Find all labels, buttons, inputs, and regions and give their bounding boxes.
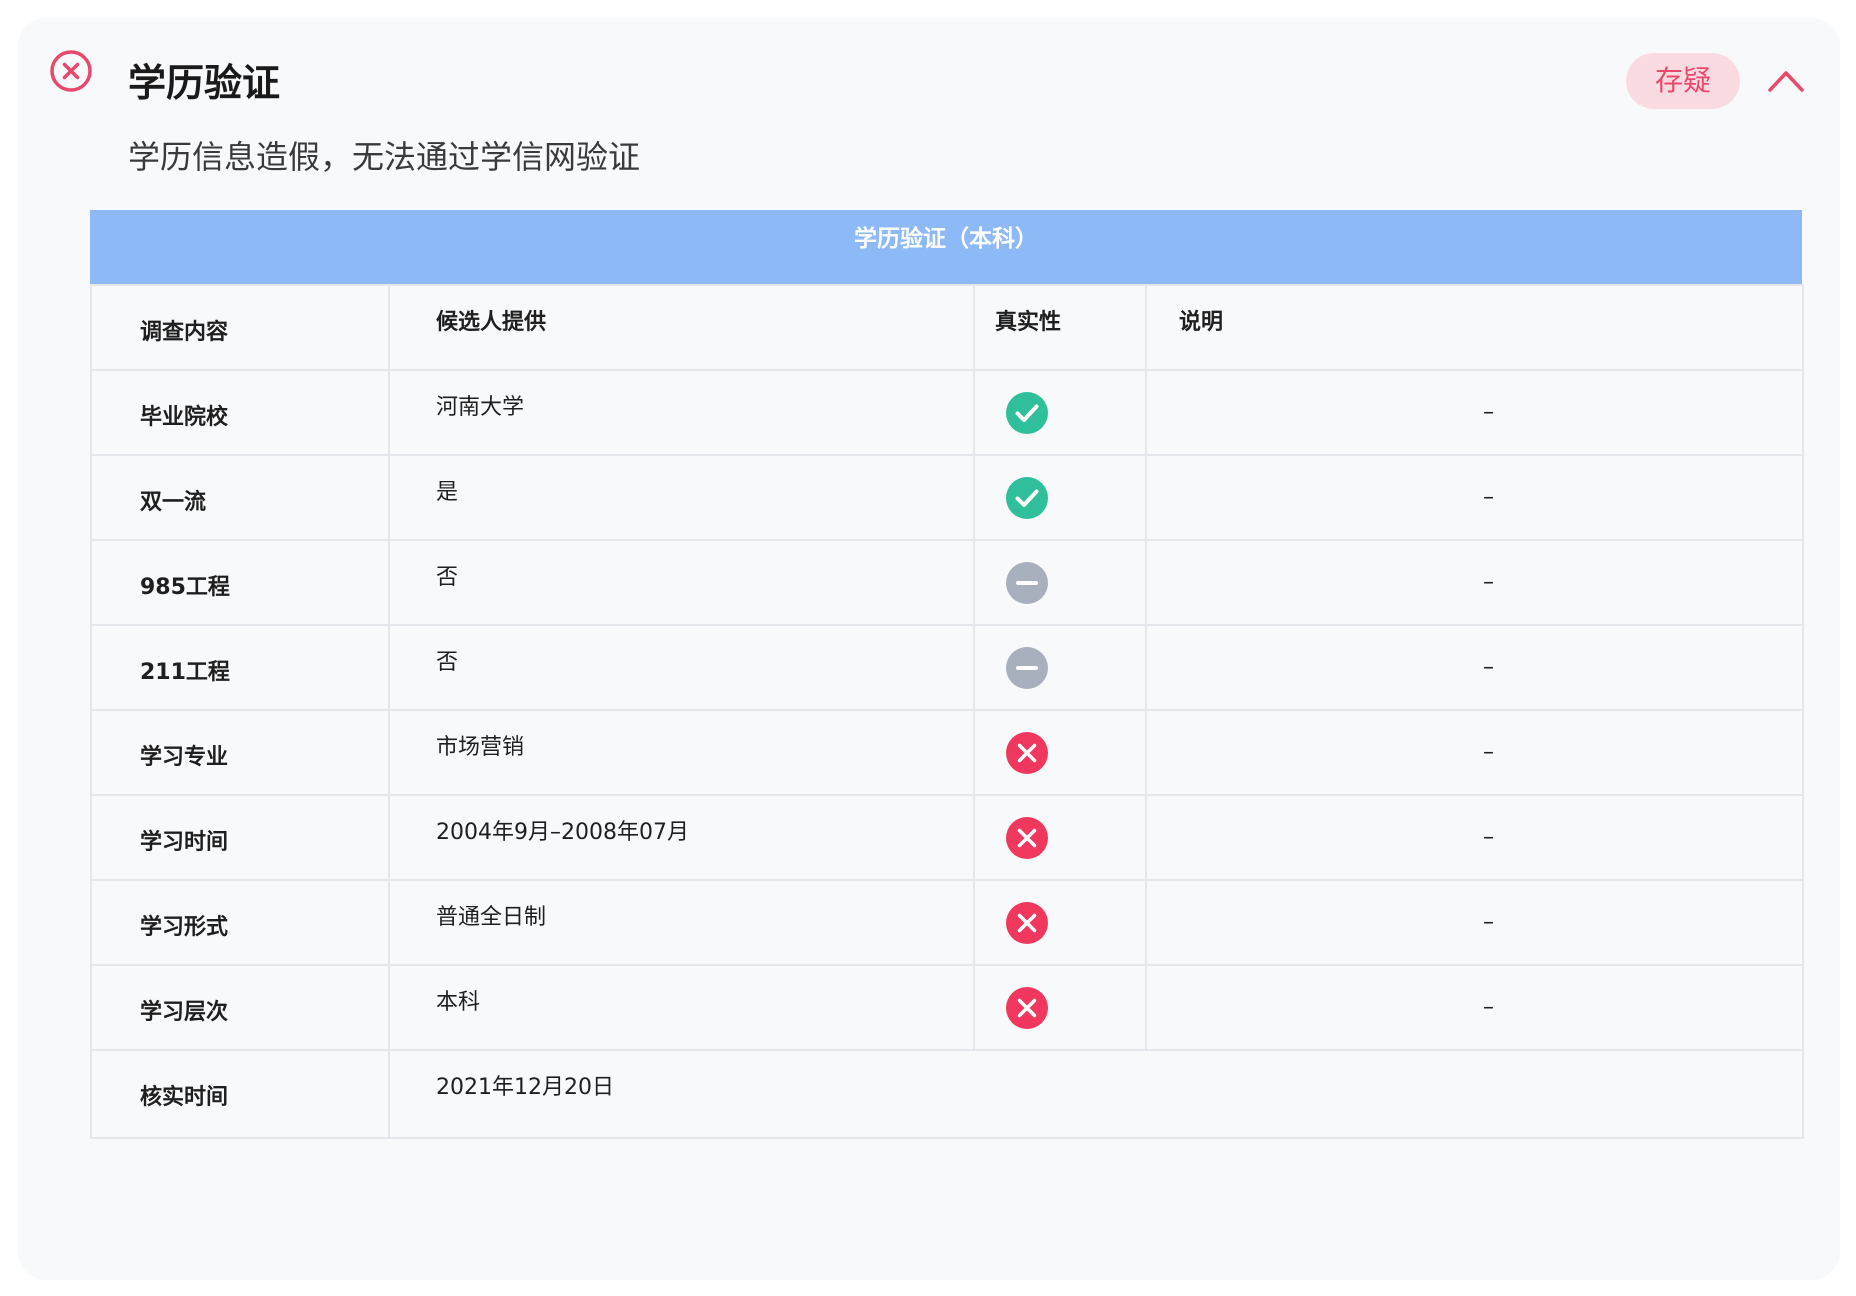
note-text: –	[1483, 570, 1494, 595]
verified-label: 核实时间	[90, 1049, 390, 1139]
x-circle-icon	[50, 50, 92, 92]
authenticity-cell	[973, 369, 1147, 456]
column-header: 候选人提供	[388, 284, 975, 371]
table-row: 学习时间 2004年9月–2008年07月 –	[90, 794, 1804, 881]
table-header-row: 调查内容 候选人提供 真实性 说明	[90, 284, 1804, 371]
x-circle-filled-icon	[1006, 816, 1048, 859]
provided-cell: 本科	[388, 964, 975, 1051]
provided-cell: 市场营销	[388, 709, 975, 796]
minus-circle-icon	[1006, 646, 1048, 689]
table-row: 毕业院校 河南大学 –	[90, 369, 1804, 456]
item-cell: 学习层次	[90, 964, 390, 1051]
verified-value: 2021年12月20日	[388, 1049, 1804, 1139]
item-cell: 学习形式	[90, 879, 390, 966]
note-text: –	[1483, 910, 1494, 935]
provided-cell: 2004年9月–2008年07月	[388, 794, 975, 881]
column-header: 真实性	[973, 284, 1147, 371]
table-row: 双一流是 –	[90, 454, 1804, 541]
item-cell: 学习时间	[90, 794, 390, 881]
authenticity-cell	[973, 624, 1147, 711]
table-row: 学习层次 本科 –	[90, 964, 1804, 1051]
provided-cell: 否	[388, 624, 975, 711]
item-cell: 学习专业	[90, 709, 390, 796]
status-badge: 存疑	[1626, 53, 1740, 109]
note-text: –	[1483, 995, 1494, 1020]
item-cell: 985工程	[90, 539, 390, 626]
section-subtitle: 学历信息造假，无法通过学信网验证	[128, 138, 641, 176]
note-text: –	[1483, 655, 1494, 680]
note-cell: –	[1145, 794, 1804, 881]
minus-circle-icon	[1006, 561, 1048, 604]
provided-cell: 否	[388, 539, 975, 626]
item-cell: 双一流	[90, 454, 390, 541]
note-cell: –	[1145, 454, 1804, 541]
education-verification-card: 学历验证 存疑 学历信息造假，无法通过学信网验证 学历验证（本科） 调查内容 候…	[18, 18, 1840, 1280]
note-text: –	[1483, 825, 1494, 850]
provided-cell: 是	[388, 454, 975, 541]
note-cell: –	[1145, 539, 1804, 626]
table-row: 学习专业 市场营销 –	[90, 709, 1804, 796]
table-row: 211工程否 –	[90, 624, 1804, 711]
chevron-up-icon[interactable]	[1766, 64, 1806, 96]
section-title: 学历验证	[128, 61, 281, 105]
column-header: 调查内容	[90, 284, 390, 371]
note-text: –	[1483, 740, 1494, 765]
x-circle-filled-icon	[1006, 901, 1048, 944]
item-cell: 毕业院校	[90, 369, 390, 456]
provided-cell: 河南大学	[388, 369, 975, 456]
verified-time-row: 核实时间 2021年12月20日	[90, 1049, 1804, 1139]
x-circle-filled-icon	[1006, 731, 1048, 774]
x-circle-filled-icon	[1006, 986, 1048, 1029]
provided-cell: 普通全日制	[388, 879, 975, 966]
table-row: 学习形式 普通全日制 –	[90, 879, 1804, 966]
item-cell: 211工程	[90, 624, 390, 711]
table-caption: 学历验证（本科）	[90, 210, 1802, 284]
check-circle-icon	[1006, 476, 1048, 519]
authenticity-cell	[973, 454, 1147, 541]
note-cell: –	[1145, 879, 1804, 966]
note-cell: –	[1145, 369, 1804, 456]
verification-table: 学历验证（本科） 调查内容 候选人提供 真实性 说明 毕业院校 河南大学 – 双一流是…	[90, 210, 1804, 1139]
column-header: 说明	[1145, 284, 1804, 371]
note-cell: –	[1145, 709, 1804, 796]
note-cell: –	[1145, 964, 1804, 1051]
authenticity-cell	[973, 539, 1147, 626]
table-row: 985工程否 –	[90, 539, 1804, 626]
authenticity-cell	[973, 794, 1147, 881]
check-circle-icon	[1006, 391, 1048, 434]
note-text: –	[1483, 400, 1494, 425]
note-text: –	[1483, 485, 1494, 510]
authenticity-cell	[973, 879, 1147, 966]
note-cell: –	[1145, 624, 1804, 711]
authenticity-cell	[973, 709, 1147, 796]
authenticity-cell	[973, 964, 1147, 1051]
